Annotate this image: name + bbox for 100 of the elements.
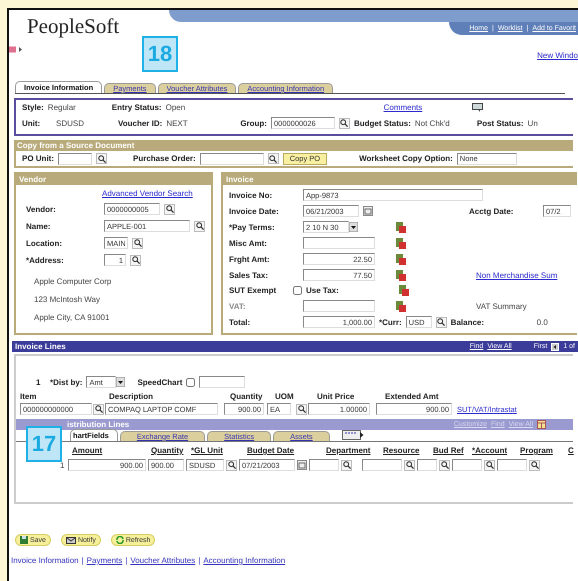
search-icon: [132, 256, 140, 264]
page-icon[interactable]: [396, 300, 406, 312]
advanced-search-link[interactable]: Advanced Vendor Search: [102, 189, 193, 198]
page-link[interactable]: Invoice Information: [11, 556, 79, 565]
vat-summary-label: VAT Summary: [476, 302, 527, 310]
row-number: 1: [60, 460, 66, 470]
page-icon[interactable]: [399, 285, 409, 296]
column-header: Quantity: [151, 446, 184, 455]
page-icon[interactable]: [396, 270, 406, 280]
section-header: Invoice: [223, 174, 577, 185]
column-header: Amount: [72, 446, 104, 455]
search-icon: [98, 154, 106, 162]
search-icon: [486, 461, 494, 469]
purchase-order-field[interactable]: [200, 152, 264, 164]
search-button[interactable]: [484, 460, 495, 470]
search-icon: [166, 205, 174, 213]
search-icon: [342, 461, 350, 469]
search-button[interactable]: [130, 254, 141, 266]
caret-icon[interactable]: [116, 377, 126, 387]
field-label: Invoice No:: [229, 190, 274, 200]
column-header: Extended Amt: [385, 392, 440, 401]
search-icon: [196, 222, 204, 230]
section-header: Copy from a Source Document: [14, 140, 573, 151]
field-value: Regular: [48, 103, 77, 112]
search-icon: [298, 405, 306, 413]
resource-field[interactable]: [362, 459, 402, 471]
search-button[interactable]: [436, 316, 447, 328]
search-button[interactable]: [338, 118, 350, 128]
page-link[interactable]: Voucher Attributes: [130, 556, 196, 565]
checkbox[interactable]: [186, 378, 196, 386]
search-icon: [269, 154, 278, 162]
search-button[interactable]: [296, 404, 307, 414]
address-line: Apple Computer Corp: [34, 277, 112, 286]
field-label: Location:: [26, 238, 63, 248]
caret-icon[interactable]: [349, 222, 358, 232]
bud-ref-field[interactable]: [417, 459, 437, 471]
page-link[interactable]: Payments: [86, 556, 122, 565]
callout-badge: 17: [26, 426, 62, 462]
field-label: Group:: [240, 118, 267, 128]
page-icon[interactable]: [396, 254, 406, 264]
address-line: 123 McIntosh Way: [34, 295, 101, 304]
section-title: istribution Lines: [66, 420, 130, 429]
column-header: C: [568, 446, 575, 455]
page-icon[interactable]: [396, 222, 406, 232]
department-field[interactable]: [309, 459, 339, 471]
grid-icon[interactable]: [537, 420, 546, 429]
amount-field[interactable]: [303, 237, 375, 249]
field-label: Voucher ID:: [118, 118, 162, 128]
field-value: Open: [166, 103, 186, 112]
field-label: *Address:: [26, 256, 65, 264]
search-icon: [94, 405, 102, 413]
new-window-link[interactable]: New Windo: [537, 51, 578, 60]
page-link[interactable]: Accounting Information: [203, 556, 286, 565]
field-value: SDUSD: [56, 118, 86, 128]
page-icon[interactable]: [396, 238, 406, 248]
separator: |: [198, 556, 200, 565]
expand-columns-icon[interactable]: [342, 430, 364, 440]
section-title: Invoice Lines: [15, 342, 66, 351]
field-label: SUT Exempt: [229, 286, 278, 295]
field-label: Budget Status:: [354, 118, 411, 128]
column-header: Bud Ref: [433, 446, 465, 455]
checkbox[interactable]: [293, 286, 302, 295]
menu-icon[interactable]: [9, 46, 23, 53]
search-icon: [440, 461, 448, 469]
search-button[interactable]: [341, 460, 352, 470]
calendar-icon[interactable]: [363, 206, 373, 216]
search-button[interactable]: [164, 204, 175, 214]
search-icon: [406, 461, 414, 469]
column-header: Description: [109, 392, 154, 401]
speedchart-field[interactable]: [199, 376, 246, 388]
field-label: Balance:: [450, 318, 486, 326]
refresh-icon: [116, 536, 124, 544]
field-label: Total:: [229, 318, 252, 326]
column-header: Resource: [383, 446, 420, 455]
calendar-icon[interactable]: [297, 460, 307, 470]
search-icon: [530, 461, 538, 469]
search-button[interactable]: [93, 404, 104, 414]
search-button[interactable]: [132, 238, 143, 248]
field-label: Worksheet Copy Option:: [359, 154, 453, 163]
field-label: Sales Tax:: [229, 270, 269, 280]
previous-icon[interactable]: [551, 342, 560, 350]
account-field[interactable]: [452, 459, 482, 471]
search-button[interactable]: [268, 153, 279, 164]
comments-link[interactable]: Comments: [384, 103, 422, 112]
field-label: Vendor:: [26, 204, 57, 214]
po-unit-field[interactable]: [58, 152, 92, 164]
balance-value: 0.0: [536, 318, 548, 326]
search-button[interactable]: [439, 460, 450, 470]
separator: |: [82, 556, 84, 565]
logo: PeopleSoft: [26, 13, 120, 38]
search-button[interactable]: [529, 460, 540, 470]
separator: |: [125, 556, 128, 565]
search-button[interactable]: [226, 460, 237, 470]
non-merchandise-link[interactable]: Non Merchandise Sum: [476, 270, 558, 280]
program-field[interactable]: [497, 459, 527, 471]
field-value: Not Chk'd: [414, 118, 451, 128]
search-button[interactable]: [194, 220, 205, 232]
search-button[interactable]: [96, 153, 107, 164]
search-button[interactable]: [404, 460, 415, 470]
comment-icon[interactable]: [472, 103, 484, 112]
